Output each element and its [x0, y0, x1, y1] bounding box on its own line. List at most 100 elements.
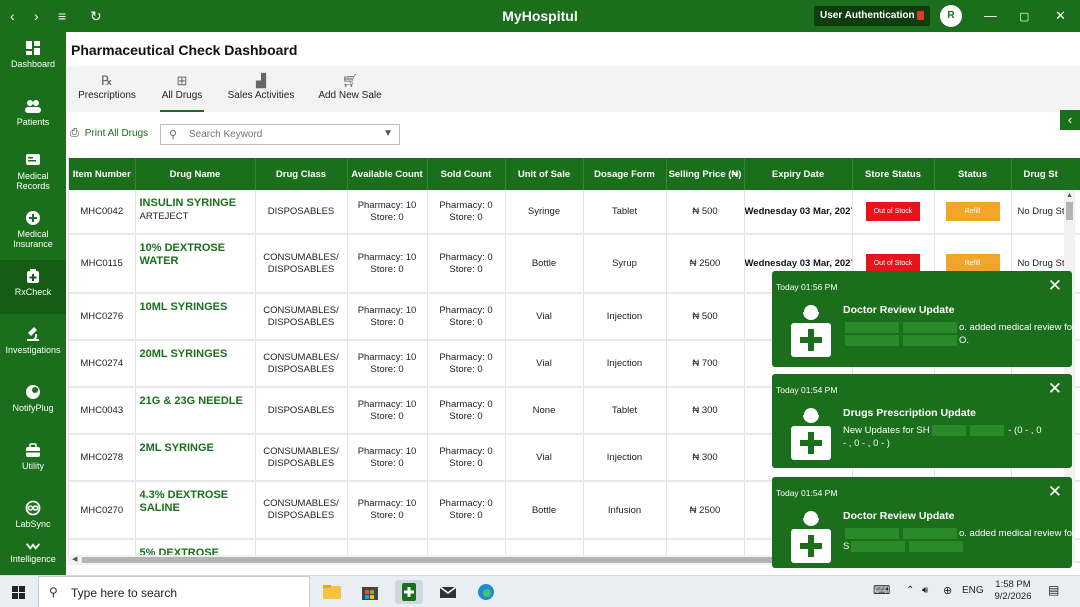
item-number-cell: MHC0043 [69, 387, 136, 435]
sidebar-item-label: Intelligence [10, 554, 56, 564]
user-authentication-label: User Authentication [820, 10, 915, 21]
close-icon[interactable]: ✕ [1048, 277, 1062, 295]
drug-name[interactable]: 21G & 23G NEEDLE [140, 395, 255, 408]
selling-price: ₦ 300 [692, 405, 718, 416]
sidebar-item-dashboard[interactable]: Dashboard [0, 32, 66, 86]
available-count: Pharmacy: 10 [357, 304, 417, 316]
drug-name[interactable]: 10ML SYRINGES [140, 301, 255, 314]
notifications-icon[interactable]: ▤ [1048, 583, 1059, 597]
avatar[interactable]: R [940, 5, 962, 27]
notification-toast[interactable]: Today 01:56 PM ✕ Doctor Review Update o.… [772, 271, 1075, 367]
table-row[interactable]: MHC0042 INSULIN SYRINGE ARTEJECT DISPOSABLE… [69, 190, 1080, 235]
available-count-cell: Pharmacy: 10 Store: 0 [347, 190, 428, 235]
close-icon[interactable]: ✕ [1048, 380, 1062, 398]
taskbar-search-placeholder: Type here to search [71, 586, 178, 600]
column-header[interactable]: Drug Class [255, 158, 348, 190]
sidebar-item-utility[interactable]: Utility [0, 434, 66, 488]
drug-name[interactable]: 20ML SYRINGES [140, 348, 255, 361]
taskbar-file-explorer[interactable] [318, 580, 346, 604]
sidebar-item-rxcheck[interactable]: RxCheck [0, 260, 66, 314]
refill-button[interactable]: Refill [945, 202, 1000, 221]
close-window-icon[interactable]: ✕ [1055, 8, 1066, 24]
volume-icon[interactable]: 🔊︎ [922, 585, 928, 596]
search-input[interactable] [189, 127, 369, 142]
item-number-cell: MHC0270 [69, 481, 136, 540]
column-header[interactable]: Available Count [347, 158, 428, 190]
redacted-text [969, 424, 1004, 436]
column-header[interactable]: Selling Price (₦) [666, 158, 745, 190]
drug-name[interactable]: 4.3% DEXTROSE SALINE [140, 489, 255, 515]
forward-icon[interactable]: › [34, 8, 39, 24]
print-all-drugs-button[interactable]: ⎙ Print All Drugs [70, 127, 148, 140]
column-header[interactable]: Drug St [1011, 158, 1080, 190]
scroll-thumb[interactable] [82, 557, 850, 563]
drug-class: DISPOSABLES [267, 263, 335, 275]
search-box: ⚲ ▼ [160, 124, 400, 145]
drug-name[interactable]: INSULIN SYRINGE [140, 197, 255, 210]
scroll-left-icon[interactable]: ◀ [72, 555, 77, 563]
tab-label: Prescriptions [78, 90, 136, 101]
tab-prescriptions[interactable]: ℞ Prescriptions [76, 66, 138, 112]
maximize-icon[interactable]: ▢ [1019, 10, 1029, 23]
windows-start-icon[interactable] [12, 586, 25, 599]
scroll-up-icon[interactable]: ▲ [1066, 192, 1073, 199]
drug-class: DISPOSABLES [267, 404, 335, 416]
back-icon[interactable]: ‹ [10, 8, 15, 24]
column-header[interactable]: Dosage Form [583, 158, 667, 190]
notification-message-text: o. added medical review for [959, 528, 1076, 539]
tab-sales-activities[interactable]: ▟ Sales Activities [226, 66, 296, 112]
unit-of-sale-cell: Vial [505, 434, 584, 482]
user-authentication-button[interactable]: User Authentication [814, 6, 930, 26]
column-header[interactable]: Expiry Date [744, 158, 853, 190]
taskbar-clock[interactable]: 1:58 PM 9/2/2026 [988, 579, 1038, 603]
column-header[interactable]: Unit of Sale [505, 158, 584, 190]
tab-bar: ℞ Prescriptions ⊞ All Drugs ▟ Sales Acti… [66, 66, 1080, 112]
menu-icon[interactable]: ≡ [58, 8, 66, 24]
sidebar-item-intelligence[interactable]: Intelligence [0, 538, 66, 575]
selling-price-cell: ₦ 2500 [666, 481, 745, 540]
unit-of-sale: Vial [536, 452, 552, 463]
sidebar-item-patients[interactable]: Patients [0, 90, 66, 144]
refresh-icon[interactable]: ↻ [90, 8, 102, 24]
collapse-panel-button[interactable]: ‹ [1060, 110, 1080, 130]
patients-icon [25, 100, 41, 113]
intelligence-icon [25, 543, 41, 550]
column-header[interactable]: Item Number [69, 158, 136, 190]
taskbar-mail[interactable] [434, 580, 462, 604]
minimize-icon[interactable]: — [984, 8, 997, 23]
drug-name[interactable]: 2ML SYRINGE [140, 442, 255, 455]
column-header[interactable]: Store Status [852, 158, 935, 190]
drug-name[interactable]: 10% DEXTROSE WATER [140, 242, 255, 268]
notification-toast[interactable]: Today 01:54 PM ✕ Drugs Prescription Upda… [772, 374, 1072, 468]
filter-icon[interactable]: ▼ [383, 128, 393, 139]
language-indicator[interactable]: ENG [962, 585, 984, 596]
keyboard-icon[interactable]: ⌨ [873, 583, 890, 597]
taskbar-myhospitul[interactable] [395, 580, 423, 604]
unit-of-sale-cell: Vial [505, 340, 584, 388]
selling-price-cell: ₦ 500 [666, 293, 745, 341]
chevron-up-icon[interactable]: ⌃ [906, 585, 914, 596]
sidebar-item-investigations[interactable]: Investigations [0, 318, 66, 372]
edge-icon [478, 584, 494, 600]
scroll-thumb[interactable] [1066, 202, 1073, 220]
column-header[interactable]: Status [934, 158, 1012, 190]
notification-time: Today 01:54 PM [776, 385, 838, 395]
sidebar-item-medical-records[interactable]: Medical Records [0, 144, 66, 198]
selling-price-cell: ₦ 300 [666, 387, 745, 435]
sidebar-item-notifyplug[interactable]: NotifyPlug [0, 376, 66, 430]
taskbar-store[interactable] [356, 580, 384, 604]
tab-all-drugs[interactable]: ⊞ All Drugs [160, 66, 204, 112]
sidebar-item-medical-insurance[interactable]: Medical Insurance [0, 202, 66, 256]
column-header[interactable]: Drug Name [135, 158, 256, 190]
sold-count: Pharmacy: 0 [439, 398, 493, 410]
print-all-drugs-label: Print All Drugs [84, 128, 149, 139]
column-header[interactable]: Sold Count [427, 158, 506, 190]
close-icon[interactable]: ✕ [1048, 483, 1062, 501]
drug-class: DISPOSABLES [267, 205, 335, 217]
taskbar-edge[interactable] [472, 580, 500, 604]
taskbar-search[interactable]: ⚲ Type here to search [38, 576, 310, 607]
tab-add-new-sale[interactable]: 🛒︎ Add New Sale [318, 66, 382, 112]
notification-toast[interactable]: Today 01:54 PM ✕ Doctor Review Update o.… [772, 477, 1076, 568]
network-icon[interactable]: ⊕ [943, 584, 952, 597]
utility-icon [26, 443, 40, 457]
